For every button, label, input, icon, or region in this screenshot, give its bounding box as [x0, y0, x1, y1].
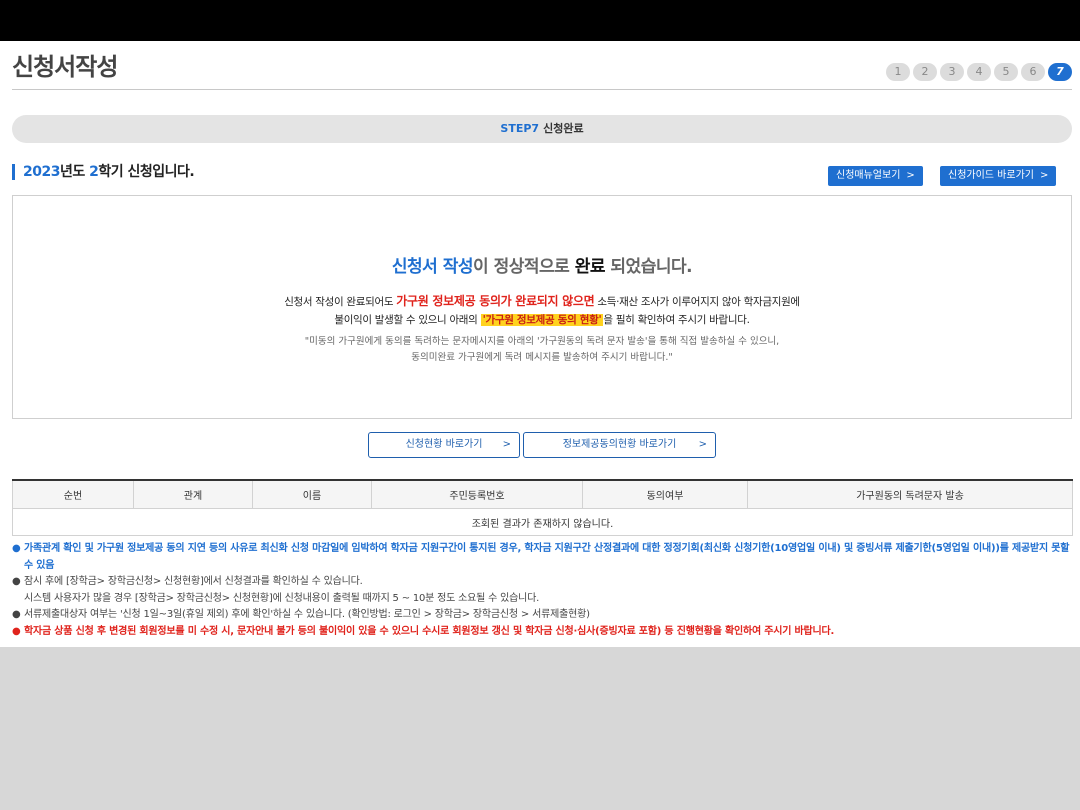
step-6: 6	[1021, 63, 1045, 81]
title-divider	[12, 89, 1072, 90]
chevron-right-icon: >	[698, 439, 707, 450]
warning-text-1b: 가구원 정보제공 동의가 완료되지 않으면	[396, 294, 595, 308]
completion-message: 신청서 작성이 정상적으로 완료 되었습니다.	[13, 252, 1071, 277]
step-7-current: 7	[1048, 63, 1072, 81]
step-banner: STEP7 신청완료	[12, 115, 1072, 143]
column-header: 동의여부	[582, 479, 748, 509]
semester-heading: 2023년도 2학기 신청입니다.	[12, 164, 195, 180]
sms-notice-line-2: 동의미완료 가구원에게 독려 메시지를 발송하여 주시기 바랍니다."	[411, 352, 673, 363]
list-item: ● 서류제출대상자 여부는 '신청 1일~3일(휴일 제외) 후에 확인'하실 수…	[12, 607, 1072, 624]
application-status-link[interactable]: 신청현황 바로가기 >	[368, 432, 520, 458]
consent-status-link[interactable]: 정보제공동의현황 바로가기 >	[523, 432, 716, 458]
column-header: 이름	[252, 479, 372, 509]
step-1: 1	[886, 63, 910, 81]
empty-result-cell: 조회된 결과가 존재하지 않습니다.	[12, 508, 1073, 536]
sms-notice: "미동의 가구원에게 동의를 독려하는 문자메시지를 아래의 '가구원동의 독려…	[13, 334, 1071, 366]
table-row: 조회된 결과가 존재하지 않습니다.	[12, 508, 1073, 536]
notice-text-3: 서류제출대상자 여부는 '신청 1일~3일(휴일 제외) 후에 확인'하실 수 …	[24, 609, 590, 620]
step-3: 3	[940, 63, 964, 81]
list-item: ● 가족관계 확인 및 가구원 정보제공 동의 지연 등의 사유로 최신화 신청 …	[12, 541, 1072, 574]
column-header: 관계	[133, 479, 253, 509]
bullet-icon: ●	[12, 543, 21, 554]
bullet-icon: ●	[12, 625, 21, 637]
application-page: 신청서작성 1 2 3 4 5 6 7 STEP7 신청완료 2023년도 2학기…	[0, 41, 1080, 647]
page-title: 신청서작성	[12, 53, 118, 81]
completion-part-4: 되었습니다.	[605, 257, 693, 277]
application-status-label: 신청현황 바로가기	[405, 439, 483, 450]
list-item: ● 학자금 상품 신청 후 변경된 회원정보를 미 수정 시, 문자안내 불가 등…	[12, 624, 1072, 641]
list-item: ● 잠시 후에 [장학금> 장학금신청> 신청현황]에서 신청결과를 확인하실 수…	[12, 574, 1072, 607]
warning-text-1a: 신청서 작성이 완료되어도	[284, 296, 397, 308]
table-header-row: 순번 관계 이름 주민등록번호 동의여부 가구원동의 독려문자 발송	[12, 479, 1073, 509]
completion-part-2: 이 정상적으로	[473, 257, 575, 277]
notice-text-1: 가족관계 확인 및 가구원 정보제공 동의 지연 등의 사유로 최신화 신청 마…	[24, 543, 1070, 571]
step-text: 신청완료	[543, 122, 584, 135]
semester-term: 2	[89, 164, 99, 180]
sms-notice-line-1: "미동의 가구원에게 동의를 독려하는 문자메시지를 아래의 '가구원동의 독려…	[304, 336, 780, 347]
notice-list: ● 가족관계 확인 및 가구원 정보제공 동의 지연 등의 사유로 최신화 신청 …	[12, 541, 1072, 640]
step-label: STEP7	[500, 122, 540, 135]
column-header: 주민등록번호	[371, 479, 583, 509]
notice-text-2b: 시스템 사용자가 많을 경우 [장학금> 장학금신청> 신청현황]에 신청내용이…	[24, 592, 540, 604]
warning-text-2a: 불이익이 발생할 수 있으니 아래의	[334, 314, 481, 326]
column-header: 순번	[12, 479, 134, 509]
guide-button-label: 신청가이드 바로가기	[948, 170, 1034, 181]
warning-text-2c: 을 필히 확인하여 주시기 바랍니다.	[603, 314, 750, 326]
notice-text-2a: 잠시 후에 [장학금> 장학금신청> 신청현황]에서 신청결과를 확인하실 수 …	[24, 576, 363, 587]
step-5: 5	[994, 63, 1018, 81]
warning-text-1c: 소득·재산 조사가 이루어지지 않아 학자금지원에	[594, 296, 800, 308]
chevron-right-icon: >	[502, 439, 511, 450]
column-header: 가구원동의 독려문자 발송	[747, 479, 1073, 509]
semester-text-1: 년도	[59, 164, 90, 180]
top-bar	[0, 0, 1080, 41]
semester-year: 2023	[23, 164, 60, 180]
warning-text-2b: '가구원 정보제공 동의 현황'	[480, 314, 604, 326]
consent-status-label: 정보제공동의현황 바로가기	[562, 439, 677, 450]
step-indicator: 1 2 3 4 5 6 7	[886, 63, 1072, 81]
completion-part-3: 완료	[574, 257, 606, 277]
household-consent-table: 순번 관계 이름 주민등록번호 동의여부 가구원동의 독려문자 발송 조회된 결…	[12, 479, 1073, 536]
consent-warning: 신청서 작성이 완료되어도 가구원 정보제공 동의가 완료되지 않으면 소득·재…	[13, 292, 1071, 329]
chevron-right-icon: >	[906, 170, 915, 181]
chevron-right-icon: >	[1039, 170, 1049, 181]
completion-part-1: 신청서 작성	[391, 257, 474, 277]
notice-text-4: 학자금 상품 신청 후 변경된 회원정보를 미 수정 시, 문자안내 불가 등의…	[24, 625, 835, 637]
manual-button[interactable]: 신청매뉴얼보기 >	[828, 166, 923, 186]
semester-text-2: 학기 신청입니다.	[98, 164, 195, 180]
step-4: 4	[967, 63, 991, 81]
step-2: 2	[913, 63, 937, 81]
manual-button-label: 신청매뉴얼보기	[836, 170, 901, 181]
bullet-icon: ●	[12, 609, 21, 620]
completion-box: 신청서 작성이 정상적으로 완료 되었습니다. 신청서 작성이 완료되어도 가구…	[12, 195, 1072, 419]
bullet-icon: ●	[12, 576, 21, 587]
guide-button[interactable]: 신청가이드 바로가기 >	[940, 166, 1057, 186]
